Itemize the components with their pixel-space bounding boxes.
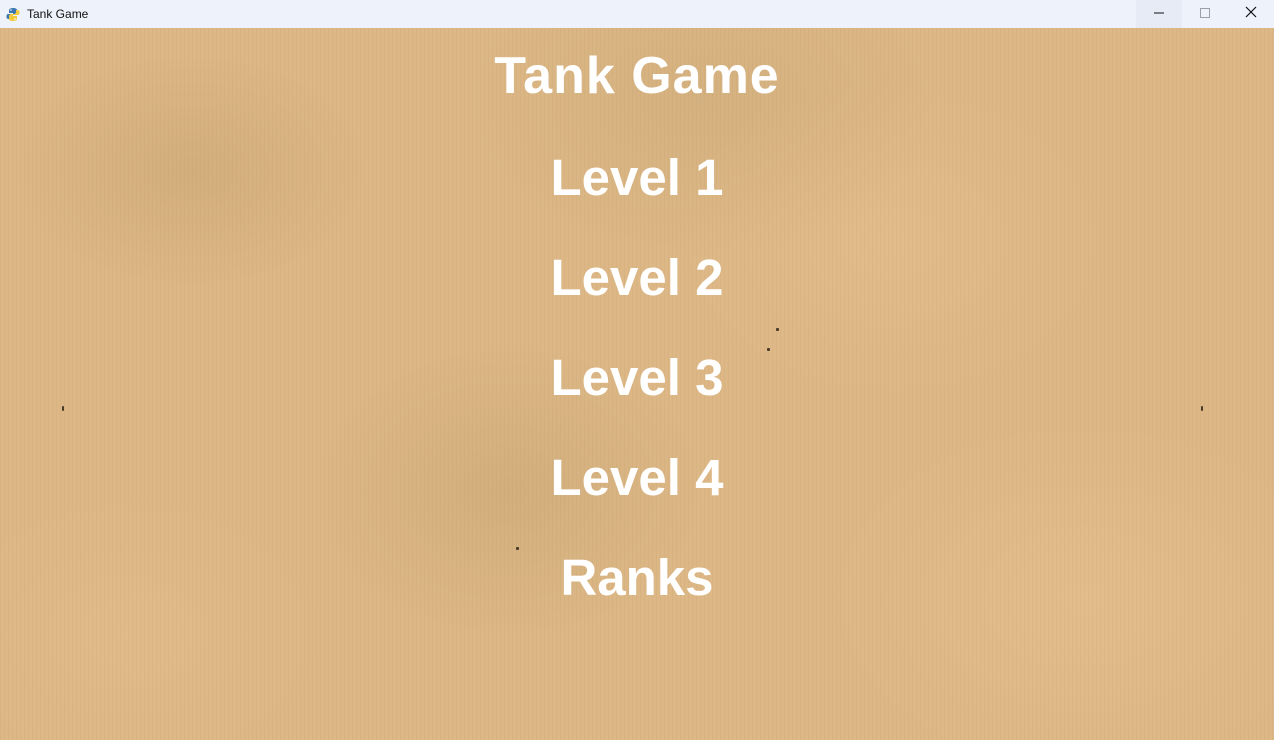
window-controls: [1136, 0, 1274, 28]
background-speck: [516, 547, 519, 550]
minimize-icon: [1154, 5, 1164, 23]
level-2-button[interactable]: Level 2: [0, 252, 1274, 303]
python-snake-icon: [6, 7, 20, 22]
window-title: Tank Game: [27, 7, 89, 21]
close-icon: [1245, 5, 1257, 23]
close-button[interactable]: [1228, 0, 1274, 28]
ranks-button[interactable]: Ranks: [0, 552, 1274, 603]
game-canvas[interactable]: Tank Game Level 1 Level 2 Level 3 Level …: [0, 28, 1274, 740]
level-1-button[interactable]: Level 1: [0, 152, 1274, 203]
level-4-button[interactable]: Level 4: [0, 452, 1274, 503]
background-speck: [767, 348, 770, 351]
level-3-button[interactable]: Level 3: [0, 352, 1274, 403]
title-bar[interactable]: Tank Game: [0, 0, 1274, 28]
game-title: Tank Game: [494, 47, 780, 105]
background-speck: [62, 406, 64, 411]
app-window: Tank Game Tank Game Level 1 Level 2 Leve…: [0, 0, 1274, 740]
maximize-button[interactable]: [1182, 0, 1228, 28]
maximize-icon: [1200, 5, 1210, 23]
minimize-button[interactable]: [1136, 0, 1182, 28]
background-speck: [776, 328, 779, 331]
background-speck: [1201, 406, 1203, 411]
